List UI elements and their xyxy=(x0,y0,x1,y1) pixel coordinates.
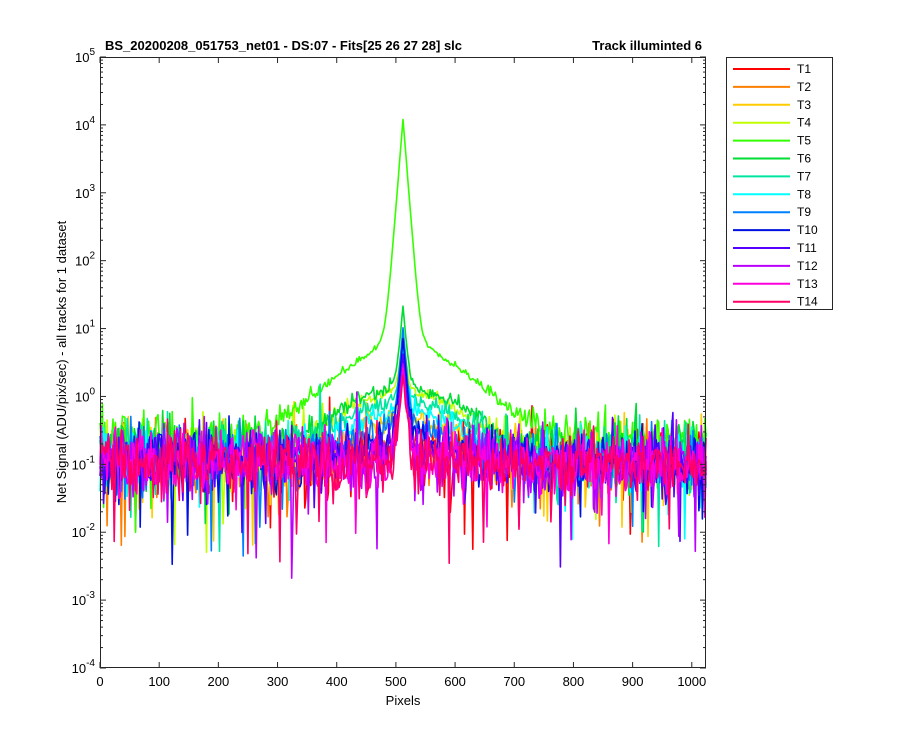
legend-label-t10: T10 xyxy=(797,223,818,237)
x-tick-label: 1000 xyxy=(677,674,706,689)
x-tick-label: 200 xyxy=(208,674,230,689)
x-tick-label: 900 xyxy=(622,674,644,689)
legend-label-t8: T8 xyxy=(797,187,811,201)
chart-figure: 0 100 200 300 400 500 600 700 800 900 1000 10-410-… xyxy=(0,0,900,750)
x-tick-label: 800 xyxy=(563,674,585,689)
x-tick-label: 500 xyxy=(385,674,407,689)
legend-label-t12: T12 xyxy=(797,259,818,273)
legend-label-t3: T3 xyxy=(797,98,811,112)
legend-label-t13: T13 xyxy=(797,277,818,291)
legend-label-t7: T7 xyxy=(797,169,811,183)
x-tick-label: 0 xyxy=(96,674,103,689)
chart-title-left: BS_20200208_051753_net01 - DS:07 - Fits[… xyxy=(105,38,462,53)
x-tick-label: 300 xyxy=(267,674,289,689)
y-axis-label: Net Signal (ADU/pix/sec) - all tracks fo… xyxy=(54,220,69,503)
legend: T1 T2 T3 T4 T5 T6 T7 T8 T9 T10 T11 T12 T13 T14 xyxy=(726,57,833,310)
x-tick-label: 700 xyxy=(503,674,525,689)
legend-label-t4: T4 xyxy=(797,116,811,130)
x-tick-label: 100 xyxy=(148,674,170,689)
legend-label-t11: T11 xyxy=(797,241,817,255)
legend-label-t6: T6 xyxy=(797,152,811,166)
x-tick-label: 600 xyxy=(444,674,466,689)
legend-label-t9: T9 xyxy=(797,205,811,219)
legend-label-t1: T1 xyxy=(797,62,811,76)
legend-label-t14: T14 xyxy=(797,295,818,309)
x-tick-label: 400 xyxy=(326,674,348,689)
legend-label-t2: T2 xyxy=(797,80,811,94)
legend-label-t5: T5 xyxy=(797,134,811,148)
chart-title-right: Track illuminted 6 xyxy=(592,38,702,53)
x-axis-label: Pixels xyxy=(386,693,421,708)
